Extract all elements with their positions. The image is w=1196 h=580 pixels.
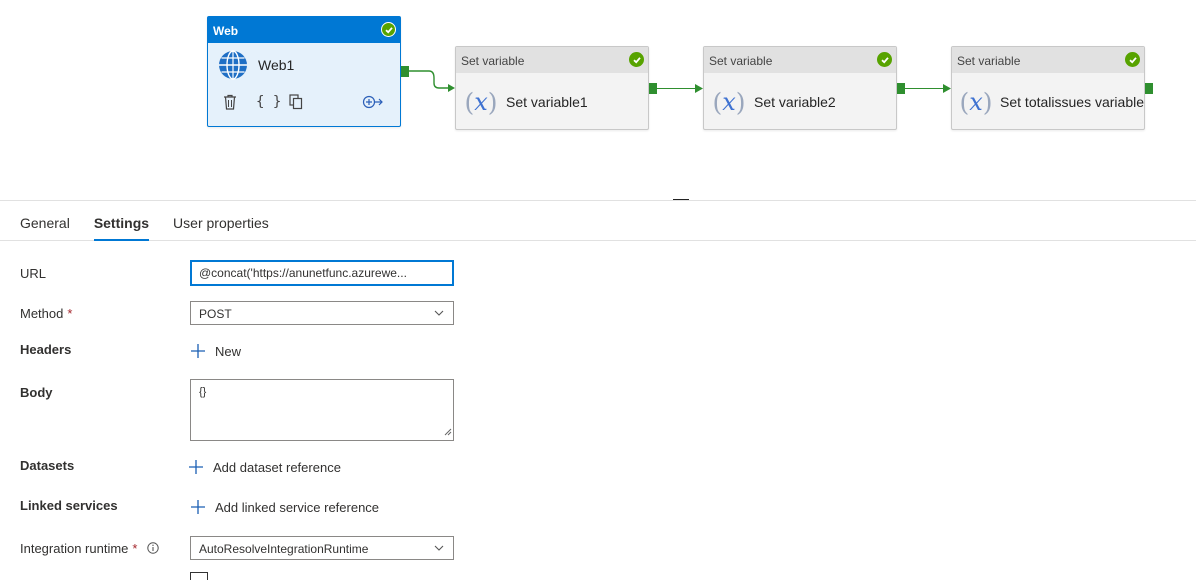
add-dataset-button[interactable]: Add dataset reference	[188, 459, 341, 475]
set-variable-node-1[interactable]: Set variable (x) Set variable1	[455, 46, 649, 130]
delete-icon[interactable]	[223, 92, 256, 112]
activity-name: Set variable2	[754, 94, 836, 110]
connector-line	[409, 70, 455, 92]
output-port[interactable]	[897, 83, 905, 94]
tab-general[interactable]: General	[20, 201, 70, 241]
tab-settings[interactable]: Settings	[93, 201, 150, 241]
integration-runtime-value: AutoResolveIntegrationRuntime	[199, 542, 369, 556]
info-icon[interactable]	[147, 542, 159, 554]
connector-line	[657, 88, 697, 90]
success-check-icon	[877, 52, 892, 67]
body-textarea[interactable]: {}	[190, 379, 454, 441]
required-marker: *	[132, 541, 138, 556]
set-variable-node-2[interactable]: Set variable (x) Set variable2	[703, 46, 897, 130]
plus-icon	[188, 459, 204, 475]
activity-name: Set variable1	[506, 94, 588, 110]
output-port[interactable]	[1145, 83, 1153, 94]
method-select[interactable]: POST	[190, 301, 454, 325]
success-check-icon	[629, 52, 644, 67]
headers-label: Headers	[20, 342, 72, 357]
integration-runtime-select[interactable]: AutoResolveIntegrationRuntime	[190, 536, 454, 560]
plus-icon	[190, 343, 206, 359]
linked-services-label: Linked services	[20, 498, 118, 513]
web-activity-header: Web	[208, 17, 400, 43]
tab-user-properties[interactable]: User properties	[173, 201, 269, 241]
chevron-down-icon	[434, 307, 444, 321]
method-label-text: Method	[20, 306, 64, 321]
method-select-value: POST	[199, 307, 232, 321]
add-header-label: New	[215, 343, 242, 359]
copy-icon[interactable]	[289, 92, 322, 112]
pipeline-canvas: Web Web1 { } Set variable (x) Set vari…	[0, 0, 1196, 200]
method-label: Method *	[20, 306, 72, 321]
url-input[interactable]: @concat('https://anunetfunc.azurewe...	[190, 260, 454, 286]
web-activity-name: Web1	[258, 57, 295, 73]
success-check-icon	[381, 22, 396, 37]
add-header-button[interactable]: New	[190, 343, 241, 359]
integration-runtime-label-text: Integration runtime	[20, 541, 129, 556]
activity-type-label: Set variable	[461, 54, 525, 68]
connector-line	[905, 88, 945, 90]
success-check-icon	[1125, 52, 1140, 67]
set-variable-node-3[interactable]: Set variable (x) Set totalissues variabl…	[951, 46, 1145, 130]
activity-type-label: Set variable	[709, 54, 773, 68]
resize-grip-icon[interactable]	[444, 427, 452, 439]
globe-icon	[217, 49, 249, 81]
body-textarea-value: {}	[199, 386, 207, 398]
chevron-down-icon	[434, 542, 444, 556]
output-port[interactable]	[401, 66, 409, 77]
plus-icon	[190, 499, 206, 515]
variable-icon: (x)	[959, 87, 993, 117]
checkbox[interactable]	[190, 572, 208, 580]
add-linked-service-button[interactable]: Add linked service reference	[190, 499, 379, 515]
datasets-label: Datasets	[20, 458, 75, 473]
activity-type-label: Set variable	[957, 54, 1021, 68]
body-label: Body	[20, 385, 53, 400]
add-dataset-label: Add dataset reference	[213, 459, 341, 475]
variable-icon: (x)	[712, 87, 746, 117]
integration-runtime-label: Integration runtime *	[20, 541, 159, 556]
output-port[interactable]	[649, 83, 657, 94]
required-marker: *	[67, 306, 73, 321]
variable-icon: (x)	[464, 87, 498, 117]
url-label: URL	[20, 266, 47, 281]
code-braces-icon[interactable]: { }	[256, 92, 289, 112]
add-output-icon[interactable]	[322, 92, 384, 112]
web-activity-node[interactable]: Web Web1 { }	[207, 16, 401, 127]
add-linked-service-label: Add linked service reference	[215, 499, 380, 515]
activity-name: Set totalissues variable	[1000, 94, 1144, 110]
web-activity-type-label: Web	[213, 24, 239, 38]
properties-tabs: General Settings User properties	[0, 200, 1196, 241]
